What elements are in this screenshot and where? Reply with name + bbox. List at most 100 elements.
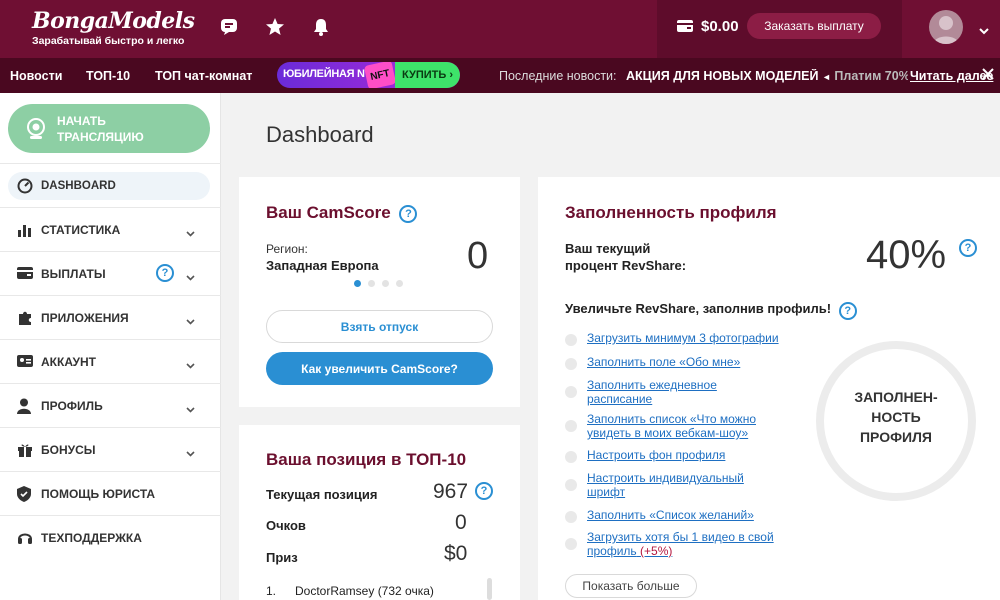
nav-news[interactable]: Новости xyxy=(10,69,62,83)
task-link[interactable]: Загрузить минимум 3 фотографии xyxy=(587,331,802,345)
task-status-dot xyxy=(565,479,577,491)
carousel-dots[interactable] xyxy=(354,280,403,287)
page-title: Dashboard xyxy=(266,122,374,147)
request-payout-button[interactable]: Заказать выплату xyxy=(747,13,881,39)
task-link[interactable]: Заполнить «Список желаний» xyxy=(587,508,802,522)
news-ticker[interactable]: АКЦИЯ ДЛЯ НОВЫХ МОДЕЛЕЙ ◄ Платим 70% С xyxy=(626,69,908,83)
balance-panel: $0.00 Заказать выплату xyxy=(657,0,902,58)
sidebar-item-label: БОНУСЫ xyxy=(41,443,96,457)
start-stream-button[interactable]: НАЧАТЬ ТРАНСЛЯЦИЮ xyxy=(8,104,210,153)
sidebar-item-label: ПРИЛОЖЕНИЯ xyxy=(41,311,129,325)
show-more-button[interactable]: Показать больше xyxy=(565,574,697,598)
gauge-icon xyxy=(17,178,33,199)
camscore-value: 0 xyxy=(467,235,489,277)
task-status-dot xyxy=(565,386,577,398)
star-icon[interactable] xyxy=(264,16,286,38)
help-icon[interactable]: ? xyxy=(838,302,857,320)
top-header: BongaModels Зарабатывай быстро и легко $… xyxy=(0,0,1000,58)
help-icon[interactable]: ? xyxy=(399,205,418,223)
top10-list-name[interactable]: DoctorRamsey (732 очка) xyxy=(295,584,434,598)
wallet-icon xyxy=(17,266,33,282)
news-next-headline: Платим 70% С xyxy=(834,69,908,83)
nav-top-chatrooms[interactable]: ТОП чат-комнат xyxy=(155,69,252,83)
user-icon xyxy=(17,398,33,414)
points-value: 0 xyxy=(455,511,467,534)
nft-buy-button[interactable]: КУПИТЬ › xyxy=(395,62,460,88)
task-status-dot xyxy=(565,511,577,523)
chevron-down-icon xyxy=(186,356,195,374)
nav-top10[interactable]: ТОП-10 xyxy=(86,69,130,83)
carousel-dot[interactable] xyxy=(368,280,375,287)
top10-list-rank: 1. xyxy=(266,584,277,598)
ring-label-text: ЗАПОЛНЕН-НОСТЬ ПРОФИЛЯ xyxy=(854,389,938,445)
profile-completeness-title: Заполненность профиля xyxy=(565,203,777,222)
chevron-down-icon xyxy=(186,444,195,462)
camscore-title-text: Ваш CamScore xyxy=(266,203,391,222)
bell-icon[interactable] xyxy=(310,16,332,38)
region-value: Западная Европа xyxy=(266,258,379,273)
puzzle-icon xyxy=(17,310,33,326)
carousel-dot[interactable] xyxy=(382,280,389,287)
sidebar-item-account[interactable]: АККАУНТ xyxy=(0,340,221,383)
task-status-dot xyxy=(565,451,577,463)
camscore-title: Ваш CamScore ? xyxy=(266,203,418,223)
sidebar-item-label: ПОМОЩЬ ЮРИСТА xyxy=(41,487,156,501)
task-status-dot xyxy=(565,538,577,550)
chevron-down-icon xyxy=(186,312,195,330)
headset-icon xyxy=(17,530,33,546)
prize-label: Приз xyxy=(266,550,298,565)
task-status-dot xyxy=(565,334,577,346)
help-icon[interactable]: ? xyxy=(156,264,174,282)
carousel-dot[interactable] xyxy=(396,280,403,287)
nft-promo-banner[interactable]: ЮБИЛЕЙНАЯ N NFT КУПИТЬ › xyxy=(277,62,460,88)
sidebar-item-profile[interactable]: ПРОФИЛЬ xyxy=(0,384,221,427)
help-icon[interactable]: ? xyxy=(959,239,977,257)
carousel-dot[interactable] xyxy=(354,280,361,287)
sidebar-item-statistics[interactable]: СТАТИСТИКА xyxy=(0,208,221,251)
task-link[interactable]: Загрузить хотя бы 1 видео в свой профиль… xyxy=(587,530,797,558)
webcam-icon xyxy=(26,118,46,143)
ring-label: ЗАПОЛНЕН-НОСТЬ ПРОФИЛЯ xyxy=(815,387,977,447)
task-status-dot xyxy=(565,358,577,370)
sidebar-item-support[interactable]: ТЕХПОДДЕРЖКА xyxy=(0,516,221,559)
avatar[interactable] xyxy=(929,10,963,44)
sidebar-item-bonuses[interactable]: БОНУСЫ xyxy=(0,428,221,471)
task-link[interactable]: Настроить индивидуальный шрифт xyxy=(587,471,767,499)
task-status-dot xyxy=(565,420,577,432)
latest-news-label: Последние новости: xyxy=(499,69,617,83)
divider xyxy=(0,163,221,164)
task-bonus: (+5%) xyxy=(640,544,673,558)
sidebar-item-apps[interactable]: ПРИЛОЖЕНИЯ xyxy=(0,296,221,339)
read-more-link[interactable]: Читать далее xyxy=(910,69,993,83)
task-link[interactable]: Заполнить ежедневное расписание xyxy=(587,378,747,406)
nft-badge: NFT xyxy=(363,62,397,88)
wallet-icon xyxy=(677,19,693,38)
balance-amount: $0.00 xyxy=(701,18,739,35)
task-link[interactable]: Заполнить поле «Обо мне» xyxy=(587,355,802,369)
sidebar-item-legal-help[interactable]: ПОМОЩЬ ЮРИСТА xyxy=(0,472,221,515)
top10-scrollbar[interactable] xyxy=(487,578,492,600)
task-link-text: Загрузить хотя бы 1 видео в свой профиль xyxy=(587,530,774,558)
logo-tagline: Зарабатывай быстро и легко xyxy=(32,35,185,47)
chevron-down-icon xyxy=(186,224,195,242)
logo-brand: BongaModels xyxy=(32,8,195,34)
bar-chart-icon xyxy=(17,222,33,238)
chat-icon[interactable] xyxy=(218,16,240,38)
task-link[interactable]: Заполнить список «Что можно увидеть в мо… xyxy=(587,412,787,440)
news-bar: Новости ТОП-10 ТОП чат-комнат ЮБИЛЕЙНАЯ … xyxy=(0,58,1000,93)
top10-title: Ваша позиция в ТОП-10 xyxy=(266,450,467,469)
close-icon[interactable] xyxy=(982,68,994,83)
sidebar-item-payouts[interactable]: ВЫПЛАТЫ ? xyxy=(0,252,221,295)
sidebar-item-dashboard[interactable]: DASHBOARD xyxy=(8,172,210,200)
start-stream-label: НАЧАТЬ ТРАНСЛЯЦИЮ xyxy=(57,114,144,144)
help-icon[interactable]: ? xyxy=(475,482,493,500)
logo[interactable]: BongaModels Зарабатывай быстро и легко xyxy=(32,8,195,47)
chevron-down-icon[interactable] xyxy=(979,22,989,40)
improve-camscore-button[interactable]: Как увеличить CamScore? xyxy=(266,352,493,385)
sidebar-item-label: DASHBOARD xyxy=(41,180,116,192)
take-vacation-button[interactable]: Взять отпуск xyxy=(266,310,493,343)
sidebar: НАЧАТЬ ТРАНСЛЯЦИЮ DASHBOARD СТАТИСТИКА В… xyxy=(0,93,221,600)
revshare-value: 40% xyxy=(866,233,947,277)
task-link[interactable]: Настроить фон профиля xyxy=(587,448,802,462)
sidebar-item-label: ВЫПЛАТЫ xyxy=(41,267,106,281)
